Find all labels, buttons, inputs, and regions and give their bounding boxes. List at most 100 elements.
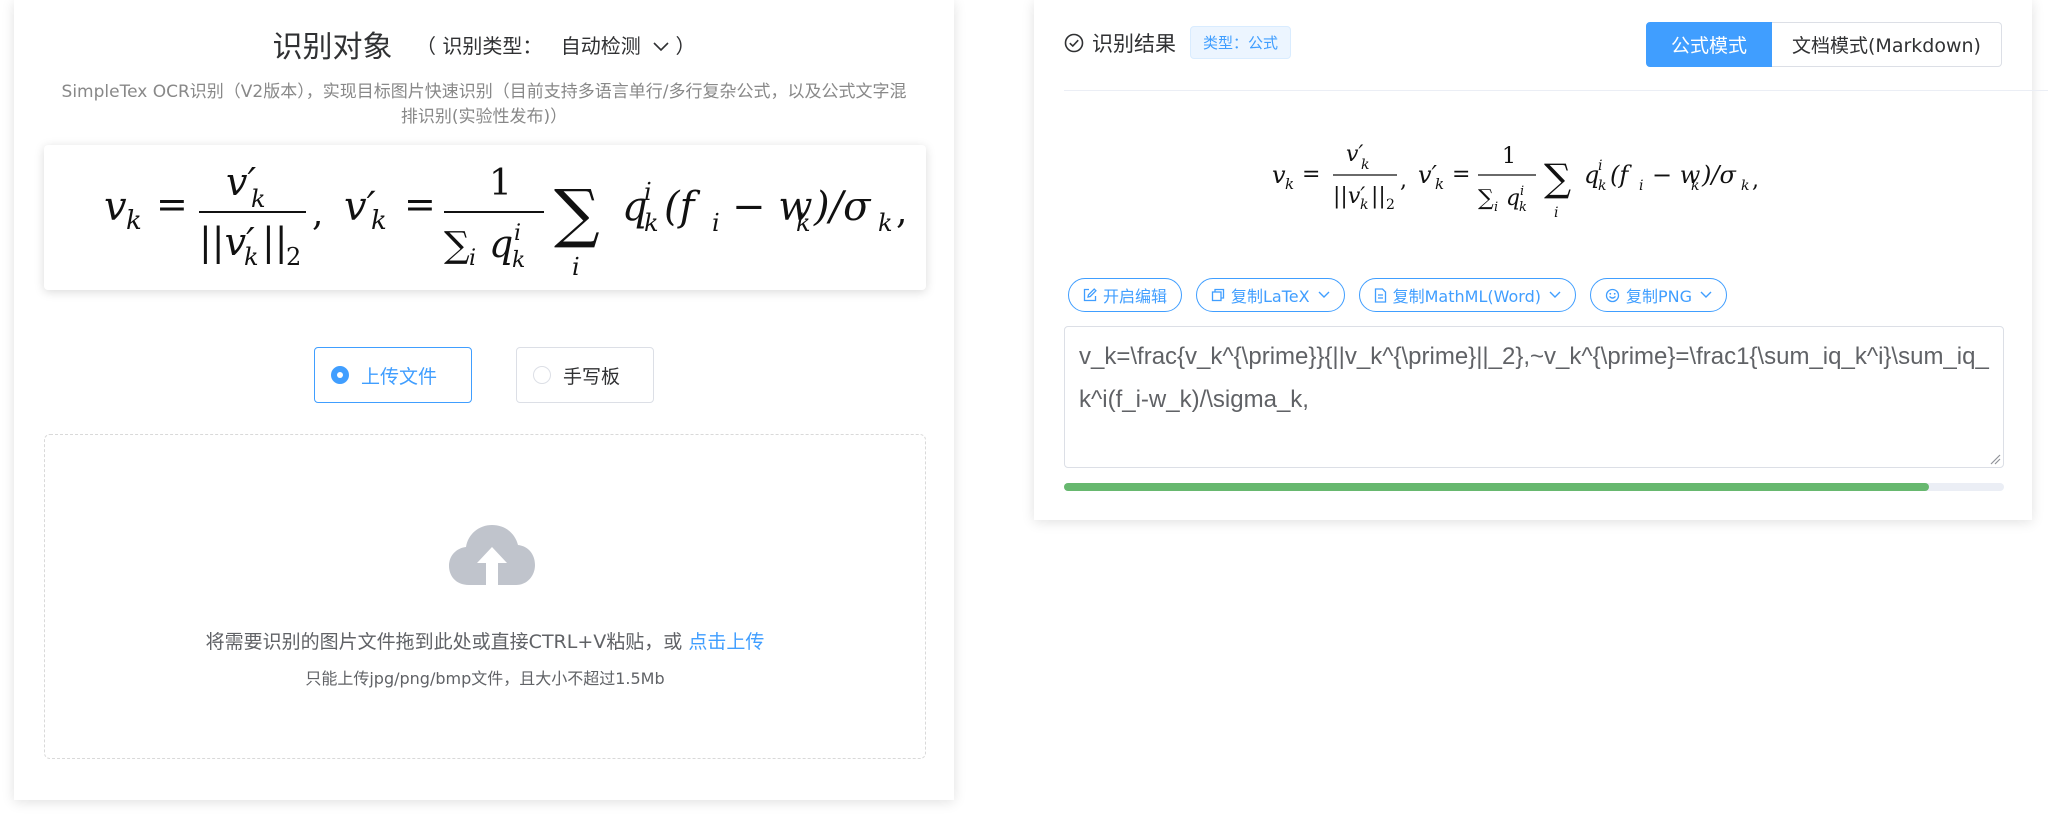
chevron-down-icon[interactable] (1549, 291, 1561, 299)
r-sum-q-sub: k (1598, 178, 1606, 194)
enable-edit-label: 开启编辑 (1103, 287, 1168, 306)
latex-output-text[interactable]: v_k=\frac{v_k^{\prime}}{||v_k^{\prime}||… (1079, 343, 1989, 413)
r-tail-w-sub: k (1691, 178, 1699, 194)
svg-text:||: || (1371, 184, 1386, 209)
big-sum: ∑ (554, 177, 600, 251)
recognition-type-selector[interactable]: （ 识别类型： 自动检测 ） (416, 34, 695, 58)
radio-hand-label: 手写板 (563, 365, 621, 388)
chevron-down-icon[interactable] (653, 42, 669, 52)
copy-latex-label: 复制LaTeX (1231, 287, 1310, 306)
formula-lhs2-sub: k (371, 206, 387, 236)
r-big-sum: ∑ (1544, 156, 1571, 200)
document-mode-button[interactable]: 文档模式(Markdown) (1772, 22, 2002, 67)
action-bar: 开启编辑 复制LaTeX 复制MathML(Word) 复制PNG (1068, 278, 1727, 312)
copy-latex-button[interactable]: 复制LaTeX (1196, 278, 1345, 312)
panel-title: 识别对象 (272, 30, 393, 65)
drop-instruction: 将需要识别的图片文件拖到此处或直接CTRL+V粘贴，或 点击上传 (45, 627, 925, 654)
frac2-q-sup: i (514, 221, 521, 246)
tail-f: (f (664, 184, 701, 230)
tail-w-sub: k (796, 209, 811, 237)
formula-image: v k = v′ k ||v′ k || 2 , v′ k = 1 ∑ i q … (104, 160, 907, 281)
r-frac2-q-sup: i (1520, 184, 1524, 199)
resize-handle-icon[interactable] (1989, 453, 2001, 465)
result-title: 识别结果 (1092, 31, 1176, 56)
cloud-upload-icon (449, 525, 535, 585)
r-frac1-den-sub: k (1360, 197, 1368, 213)
tail-sigma: )/σ (813, 184, 872, 230)
check-circle-icon (1064, 33, 1084, 52)
copy-icon (1211, 288, 1225, 302)
r-lhs2-sub: k (1435, 175, 1444, 193)
svg-text:||: || (262, 220, 288, 264)
frac1-den-sub-k: k (244, 243, 259, 271)
r-lhs1: v (1272, 161, 1286, 189)
click-upload-link[interactable]: 点击上传 (688, 631, 764, 653)
type-label: （ 识别类型： (416, 33, 543, 58)
smile-icon (1605, 288, 1620, 303)
formula-lhs1-sub: k (126, 206, 142, 236)
r-lhs1-sub: k (1285, 175, 1294, 193)
svg-text:=: = (1302, 162, 1320, 187)
drop-instruction-text: 将需要识别的图片文件拖到此处或直接CTRL+V粘贴，或 (205, 631, 683, 653)
radio-upload-label: 上传文件 (361, 365, 438, 388)
r-comma: , (1752, 168, 1759, 193)
radio-handwriting[interactable]: 手写板 (516, 347, 654, 403)
formula-comma: , (896, 191, 907, 232)
frac2-num: 1 (489, 163, 512, 204)
frac2-q-sub: k (512, 248, 525, 273)
radio-upload-file[interactable]: 上传文件 (314, 347, 472, 403)
formula-mode-button[interactable]: 公式模式 (1646, 22, 1772, 67)
upload-tip: 只能上传jpg/png/bmp文件，且大小不超过1.5Mb (305, 669, 665, 688)
r-frac2-sum: ∑ (1478, 186, 1494, 211)
svg-text:,: , (312, 193, 323, 234)
enable-edit-button[interactable]: 开启编辑 (1068, 278, 1183, 312)
description: SimpleTex OCR识别（V2版本），实现目标图片快速识别（目前支持多语言… (61, 82, 907, 127)
type-value[interactable]: 自动检测 (561, 34, 641, 58)
type-tag: 类型：公式 (1190, 26, 1292, 59)
copy-png-button[interactable]: 复制PNG (1589, 278, 1727, 312)
r-frac2-num: 1 (1502, 144, 1516, 169)
sum-q-sup: i (644, 178, 652, 206)
r-frac1-num-sub: k (1361, 157, 1369, 173)
chevron-down-icon[interactable] (1318, 291, 1330, 299)
input-header: 识别对象 （ 识别类型： 自动检测 ） (14, 22, 954, 66)
r-frac2-q: q (1506, 186, 1520, 211)
r-tail-f-sub: i (1639, 178, 1643, 194)
formula-lhs1: v (104, 184, 127, 230)
r-tail-f: (f (1610, 161, 1632, 189)
result-header: 识别结果 类型：公式 (1064, 26, 1292, 59)
document-icon (1374, 287, 1387, 303)
progress-fill (1064, 483, 1929, 491)
tail-f-sub: i (712, 209, 720, 237)
recognition-input-panel: 识别对象 （ 识别类型： 自动检测 ） SimpleTex OCR识别（V2版本… (14, 0, 954, 800)
copy-mathml-button[interactable]: 复制MathML(Word) (1358, 278, 1576, 312)
radio-selected-icon[interactable] (331, 366, 349, 384)
r-sum-q-sup: i (1598, 158, 1602, 174)
svg-text:=: = (156, 182, 188, 226)
svg-text:,: , (1400, 168, 1407, 193)
latex-output-textarea[interactable]: v_k=\frac{v_k^{\prime}}{||v_k^{\prime}||… (1064, 326, 2004, 468)
rendered-formula-svg: v k = v′ k ||v′ k || 2 , v′ k = 1 ∑ i q … (1272, 142, 1759, 221)
r-frac1-den-sub2: 2 (1386, 197, 1395, 213)
r-frac2-q-sub: k (1519, 200, 1527, 215)
frac2-q: q (489, 222, 513, 266)
svg-text:=: = (1452, 162, 1470, 187)
progress-bar (1064, 483, 2004, 491)
recognition-result-panel: 识别结果 类型：公式 公式模式 文档模式(Markdown) v k = v′ … (1034, 0, 2048, 520)
rendered-formula: v k = v′ k ||v′ k || 2 , v′ k = 1 ∑ i q … (1234, 125, 1874, 235)
copy-mathml-label: 复制MathML(Word) (1392, 287, 1541, 306)
tail-sigma-sub: k (878, 209, 893, 237)
mode-switch: 公式模式 文档模式(Markdown) (1646, 22, 2002, 67)
svg-text:=: = (404, 182, 436, 226)
chevron-down-icon[interactable] (1700, 291, 1712, 299)
frac2-sum-sub: i (469, 246, 476, 271)
r-tail-sigma: )/σ (1701, 161, 1736, 189)
radio-unselected-icon[interactable] (533, 366, 551, 384)
sum-q-sub: k (644, 209, 659, 237)
upload-dropzone[interactable]: 将需要识别的图片文件拖到此处或直接CTRL+V粘贴，或 点击上传 只能上传jpg… (44, 434, 926, 759)
frac1-den-sub-2: 2 (286, 243, 301, 271)
copy-png-label: 复制PNG (1625, 287, 1692, 306)
edit-icon (1083, 288, 1097, 302)
big-sum-sub: i (572, 253, 580, 281)
r-big-sum-sub: i (1554, 205, 1558, 221)
